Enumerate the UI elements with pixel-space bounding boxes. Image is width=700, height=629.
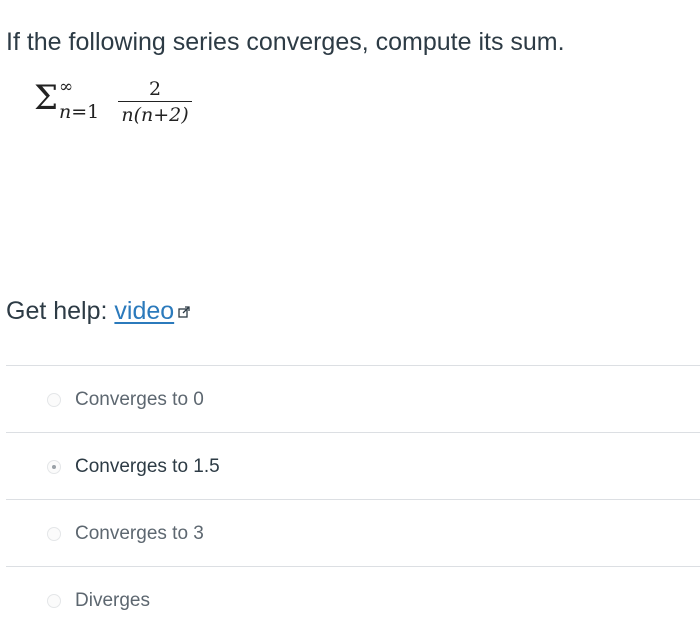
divider — [6, 566, 700, 567]
fraction-numerator: 2 — [148, 78, 162, 100]
radio-button-selected[interactable] — [47, 460, 61, 474]
series-formula: Σ ∞ n=1 2 n(n+2) — [34, 78, 204, 138]
fraction: 2 n(n+2) — [118, 79, 192, 126]
option-diverges[interactable]: Diverges — [47, 586, 150, 616]
option-converges-to-1-5[interactable]: Converges to 1.5 — [47, 452, 220, 482]
option-label: Converges to 1.5 — [75, 456, 220, 477]
option-label: Diverges — [75, 590, 150, 611]
option-converges-to-0[interactable]: Converges to 0 — [47, 385, 204, 415]
index-start: =1 — [71, 101, 100, 123]
divider — [6, 499, 700, 500]
option-label: Converges to 3 — [75, 523, 204, 544]
radio-button[interactable] — [47, 527, 61, 541]
lower-limit: n=1 — [59, 101, 99, 123]
fraction-denominator: n(n+2) — [121, 104, 189, 126]
upper-limit: ∞ — [59, 77, 74, 97]
sigma-symbol: Σ — [34, 78, 59, 118]
option-label: Converges to 0 — [75, 389, 204, 410]
divider — [6, 432, 700, 433]
index-variable: n — [59, 101, 72, 123]
divider — [6, 365, 700, 366]
radio-button[interactable] — [47, 393, 61, 407]
external-link-icon[interactable] — [178, 296, 190, 325]
option-converges-to-3[interactable]: Converges to 3 — [47, 519, 204, 549]
fraction-bar — [118, 101, 192, 102]
get-help-row: Get help: video — [6, 297, 190, 327]
get-help-label: Get help: — [6, 297, 115, 325]
radio-button[interactable] — [47, 594, 61, 608]
video-link[interactable]: video — [114, 297, 174, 325]
question-text: If the following series converges, compu… — [6, 28, 565, 56]
